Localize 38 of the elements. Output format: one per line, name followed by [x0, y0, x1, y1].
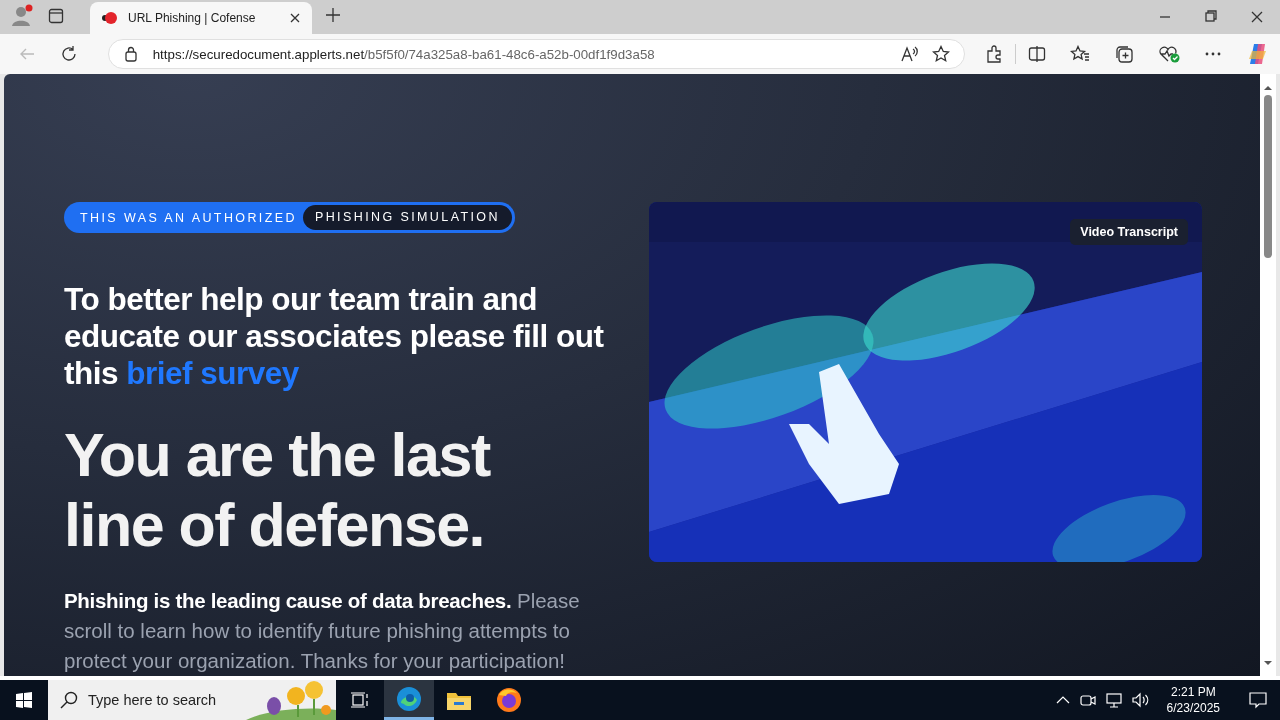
address-bar[interactable]: https://securedocument.applerts.net/b5f5f0/74a325a8-ba61-48c6-a52b-00df1f9d3a58 — [107, 39, 965, 69]
taskbar-clock[interactable]: 2:21 PM 6/23/2025 — [1158, 684, 1228, 716]
split-screen-icon[interactable] — [1028, 45, 1046, 63]
health-icon[interactable] — [1158, 45, 1180, 63]
clock-time: 2:21 PM — [1170, 684, 1216, 700]
video-player[interactable]: Video Transcript — [649, 202, 1202, 562]
video-transcript-button[interactable]: Video Transcript — [1070, 219, 1188, 245]
lock-icon — [122, 46, 139, 62]
url-text: https://securedocument.applerts.net/b5f5f0/74a325a8-ba61-48c6-a52b-00df1f9d3a58 — [152, 46, 656, 62]
survey-heading: To better help our team train and educate our associates please fill out this brief survey — [64, 281, 605, 392]
task-view-icon[interactable] — [350, 691, 370, 709]
refresh-icon[interactable] — [60, 45, 78, 63]
browser-tab[interactable]: URL Phishing | Cofense — [90, 2, 312, 34]
search-icon — [60, 691, 78, 709]
close-tab-icon[interactable] — [288, 11, 302, 25]
search-placeholder: Type here to search — [88, 692, 217, 708]
intro-paragraph: Phishing is the leading cause of data breaches. Please scroll to learn how to identify future phishing attempts to protect your organization. Thanks for your participation! — [64, 588, 581, 674]
volume-icon[interactable] — [1130, 691, 1151, 709]
scrollbar[interactable] — [1260, 74, 1276, 676]
page-title: You are the last line of defense. — [64, 420, 492, 560]
favorite-icon[interactable] — [932, 45, 950, 63]
simulation-badge: THIS WAS AN AUTHORIZED PHISHING SIMULATION — [64, 202, 515, 233]
windows-icon[interactable] — [16, 692, 32, 708]
badge-label: PHISHING SIMULATION — [302, 205, 512, 230]
favorites-icon[interactable] — [1070, 45, 1090, 63]
network-icon[interactable] — [1104, 691, 1123, 709]
extensions-icon[interactable] — [985, 45, 1003, 63]
clock-date: 6/23/2025 — [1166, 700, 1220, 716]
notifications-icon[interactable] — [1248, 690, 1268, 710]
read-aloud-icon[interactable] — [900, 45, 918, 63]
plus-icon[interactable] — [324, 6, 342, 24]
edge-icon[interactable] — [396, 685, 422, 712]
firefox-icon[interactable] — [496, 687, 522, 713]
tab-actions-icon[interactable] — [48, 8, 64, 24]
profile-icon — [10, 4, 34, 28]
site-icon — [100, 10, 118, 26]
taskbar-search-field[interactable]: Type here to search — [48, 680, 336, 720]
collections-icon[interactable] — [1114, 45, 1134, 63]
